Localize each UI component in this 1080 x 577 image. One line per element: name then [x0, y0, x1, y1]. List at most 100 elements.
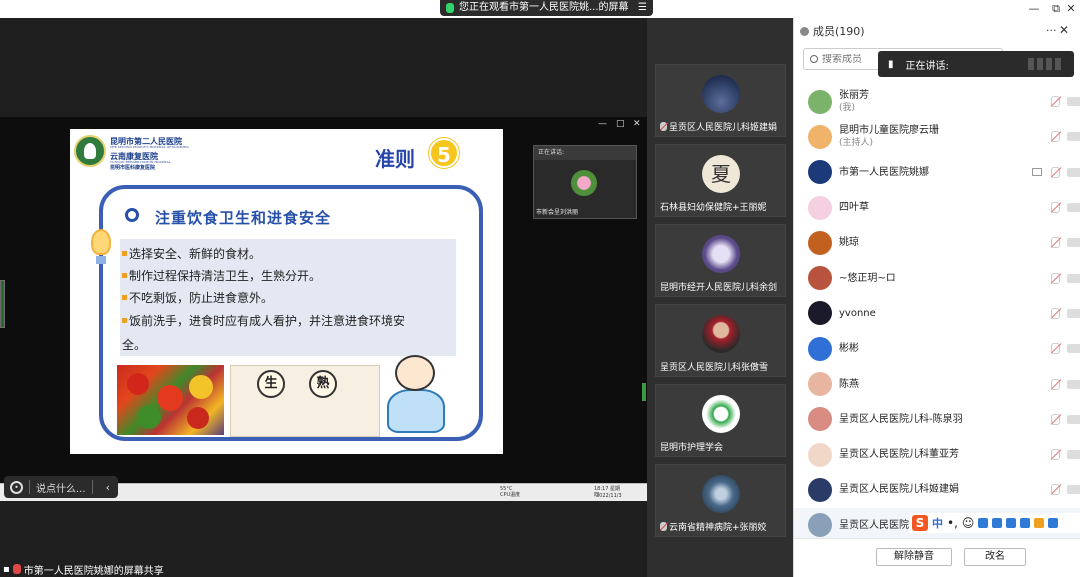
mic-muted-icon[interactable]	[1051, 202, 1060, 214]
camera-icon[interactable]	[1067, 379, 1080, 389]
user-icon[interactable]	[1006, 518, 1017, 528]
camera-icon[interactable]	[1067, 238, 1080, 248]
collapse-chat-icon[interactable]: ‹	[106, 481, 110, 494]
shared-restore-icon: □	[616, 119, 625, 129]
mic-muted-icon[interactable]	[1051, 484, 1060, 496]
shared-close-icon: ✕	[633, 119, 641, 129]
camera-icon[interactable]	[1067, 308, 1080, 318]
video-tile[interactable]: 昆明市经开人民医院儿科余剑	[655, 224, 786, 297]
tile-label: 呈贡区人民医院儿科姬建娟	[660, 120, 777, 133]
avatar	[808, 336, 832, 361]
mic-muted-icon[interactable]	[1051, 378, 1060, 390]
sogou-icon[interactable]: S	[912, 515, 928, 531]
divider	[91, 480, 93, 494]
members-title: 成员(190)	[813, 25, 865, 38]
member-row[interactable]: 张丽芳 (我)	[794, 84, 1080, 119]
mini-window-header: 正在讲话:	[534, 146, 636, 160]
camera-icon[interactable]	[1067, 273, 1080, 283]
close-button[interactable]: ✕	[1063, 2, 1079, 15]
tile-name: 昆明市经开人民医院儿科余剑	[660, 283, 778, 293]
member-name: 昆明市儿童医院廖云珊 (主持人)	[839, 124, 939, 150]
avatar	[808, 124, 832, 149]
bullet-4: 饭前洗手，进食时应有成人看护，并注意进食环境安	[122, 312, 405, 330]
participant-avatar	[702, 395, 740, 433]
punctuation-icon[interactable]: •,	[947, 516, 958, 530]
ime-chinese-toggle[interactable]: 中	[932, 515, 943, 531]
camera-icon[interactable]	[1067, 203, 1080, 213]
camera-icon[interactable]	[1067, 485, 1080, 495]
speaker-mini-window[interactable]: 正在讲话: 市新会呈刘洪丽	[533, 145, 637, 219]
voice-icon[interactable]	[978, 518, 989, 528]
mic-muted-icon[interactable]	[1051, 96, 1060, 108]
bullet-4-wrap: 全。	[122, 338, 147, 352]
bullet-1: 选择安全、新鲜的食材。	[122, 245, 261, 263]
camera-icon[interactable]	[1067, 414, 1080, 424]
member-row[interactable]: 昆明市儿童医院廖云珊 (主持人)	[794, 119, 1080, 154]
video-tile[interactable]: 昆明市护理学会	[655, 384, 786, 457]
tile-name: 云南省精神病院+张丽姣	[669, 523, 767, 533]
member-row[interactable]: ~悠正玥~ロ	[794, 260, 1080, 295]
member-row[interactable]: 姚琼	[794, 225, 1080, 260]
menu-icon[interactable]: ☰	[638, 0, 647, 16]
member-role: (我)	[839, 102, 856, 113]
screen-share-banner[interactable]: 您正在观看市第一人民医院姚...的屏幕 ☰	[440, 0, 653, 16]
avatar	[808, 407, 832, 432]
grid-icon[interactable]	[1048, 518, 1059, 528]
tile-label: 昆明市经开人民医院儿科余剑	[660, 280, 777, 293]
video-tile[interactable]: 呈贡区人民医院儿科姬建娟	[655, 64, 786, 137]
video-tile[interactable]: 呈贡区人民医院儿科张傲雪	[655, 304, 786, 377]
volume-meter	[0, 280, 5, 328]
mic-muted-icon[interactable]	[1051, 166, 1060, 178]
crop-icon[interactable]	[1034, 518, 1045, 528]
bullet-2: 制作过程保持清洁卫生，生熟分开。	[122, 267, 321, 285]
emoji-icon[interactable]: ☺	[962, 516, 975, 530]
minimize-button[interactable]: —	[1026, 2, 1042, 15]
chat-bar[interactable]: • 说点什么... ‹	[4, 476, 118, 498]
ime-toolbar[interactable]: S 中 •, ☺	[910, 513, 1080, 533]
video-tile[interactable]: 夏 石林县妇幼保健院+王丽妮	[655, 144, 786, 217]
member-row[interactable]: 呈贡区人民医院儿科姬建娟	[794, 472, 1080, 507]
skin-icon[interactable]	[1020, 518, 1031, 528]
logo-line2: THE SECOND PEOPLE'S HOSPITAL OF KUNMING	[110, 145, 189, 149]
cpu-temp: 55°C CPU温度	[500, 486, 521, 498]
more-options-button[interactable]: ···	[1046, 24, 1057, 37]
member-row[interactable]: yvonne	[794, 296, 1080, 331]
rename-button[interactable]: 改名	[964, 548, 1026, 566]
speaker-avatar	[571, 170, 597, 196]
camera-icon[interactable]	[1067, 167, 1080, 177]
camera-icon[interactable]	[1067, 450, 1080, 460]
member-name: 四叶草	[839, 202, 869, 214]
unmute-all-button[interactable]: 解除静音	[876, 548, 952, 566]
mic-muted-icon[interactable]	[1051, 449, 1060, 461]
chat-input[interactable]: 说点什么...	[36, 480, 86, 495]
member-row[interactable]: 呈贡区人民医院儿科-陈泉羽	[794, 402, 1080, 437]
member-row[interactable]: 呈贡区人民医院儿科董亚芳	[794, 437, 1080, 472]
member-row[interactable]: 四叶草	[794, 190, 1080, 225]
member-row[interactable]: 陈燕	[794, 366, 1080, 401]
mic-muted-icon[interactable]	[1051, 131, 1060, 143]
mic-icon: ▮	[888, 58, 894, 70]
restore-button[interactable]: ⧉	[1048, 2, 1064, 16]
baby-head	[395, 355, 435, 391]
camera-icon[interactable]	[1067, 97, 1080, 107]
mic-muted-icon[interactable]	[1051, 272, 1060, 284]
emoji-icon[interactable]: •	[10, 480, 23, 494]
video-tile[interactable]: 云南省精神病院+张丽姣	[655, 464, 786, 537]
mic-muted-icon[interactable]	[1051, 413, 1060, 425]
cooked-label: 熟	[309, 370, 337, 398]
member-row[interactable]: 市第一人民医院姚娜	[794, 155, 1080, 190]
tile-name: 呈贡区人民医院儿科姬建娟	[669, 123, 778, 133]
mic-off-icon	[660, 122, 667, 131]
avatar	[808, 513, 832, 538]
member-row[interactable]: 彬彬	[794, 331, 1080, 366]
close-panel-button[interactable]: ✕	[1059, 23, 1069, 37]
tile-name: 昆明市护理学会	[660, 443, 724, 453]
tile-name: 石林县妇幼保健院+王丽妮	[660, 203, 767, 213]
camera-icon[interactable]	[1067, 344, 1080, 354]
mic-muted-icon[interactable]	[1051, 237, 1060, 249]
avatar	[808, 89, 832, 114]
mic-muted-icon[interactable]	[1051, 343, 1060, 355]
keyboard-icon[interactable]	[992, 518, 1003, 528]
camera-icon[interactable]	[1067, 132, 1080, 142]
mic-muted-icon[interactable]	[1051, 307, 1060, 319]
